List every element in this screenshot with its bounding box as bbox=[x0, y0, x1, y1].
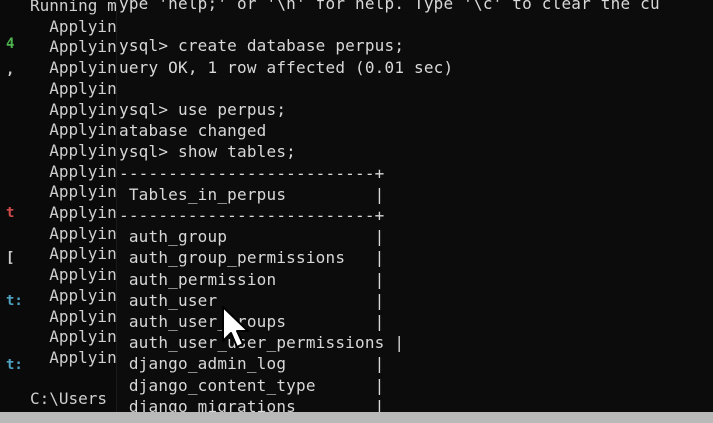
mysql-terminal-line: auth_group | bbox=[119, 227, 385, 247]
background-terminal-line: Applyin bbox=[30, 244, 117, 264]
screen: 4, t [ t: t: Running m Applyin Applyin Apply… bbox=[0, 0, 713, 423]
mouse-pointer-icon bbox=[222, 306, 249, 348]
gutter-mark: t: bbox=[6, 357, 23, 373]
background-terminal-line: Applyin bbox=[30, 223, 117, 243]
background-terminal-line: Applyin bbox=[30, 327, 117, 347]
background-terminal-line: Applyin bbox=[30, 306, 117, 326]
background-terminal-line: Running m bbox=[30, 0, 117, 15]
mysql-terminal-line: --------------------------+ bbox=[119, 163, 385, 183]
mysql-terminal-line: Tables_in_perpus | bbox=[119, 184, 385, 204]
background-terminal-line: Applyin bbox=[30, 16, 117, 36]
background-terminal-line: Applyin bbox=[30, 99, 117, 119]
mysql-terminal-line: django_migrations | bbox=[119, 396, 385, 412]
bottom-bar bbox=[0, 412, 713, 423]
mysql-terminal-window[interactable]: ype 'help;' or '\h' for help. Type '\c' … bbox=[116, 0, 713, 412]
mysql-terminal-line: auth_user_user_permissions | bbox=[119, 333, 405, 353]
mysql-terminal-line: ysql> create database perpus; bbox=[119, 36, 405, 56]
mysql-terminal-line: ysql> use perpus; bbox=[119, 100, 287, 119]
gutter-mark: 4 bbox=[6, 36, 15, 52]
mysql-terminal-line: auth_permission | bbox=[119, 269, 385, 289]
mysql-terminal-line: ype 'help;' or '\h' for help. Type '\c' … bbox=[119, 0, 660, 13]
mysql-terminal-line: django_content_type | bbox=[119, 375, 385, 395]
background-terminal-line: Applyin bbox=[30, 78, 117, 98]
background-terminal-line: Applyin bbox=[30, 347, 117, 367]
mysql-terminal-line: auth_group_permissions | bbox=[119, 248, 385, 268]
background-terminal-line: Applyin bbox=[30, 182, 117, 202]
mysql-terminal-line: auth_user_groups | bbox=[119, 312, 385, 331]
gutter-mark: t: bbox=[6, 293, 23, 309]
gutter-mark: [ bbox=[6, 250, 15, 266]
background-terminal-line: Applyin bbox=[30, 265, 117, 285]
background-terminal-line: Applyin bbox=[30, 140, 117, 160]
background-terminal-line: Applyin bbox=[30, 161, 117, 181]
background-terminal-line: Applyin bbox=[30, 203, 117, 222]
background-terminal-line: Applyin bbox=[30, 58, 117, 78]
mysql-terminal-line: django_admin_log | bbox=[119, 354, 385, 374]
mysql-terminal-line: atabase changed bbox=[119, 121, 267, 141]
mysql-terminal-line: ysql> show tables; bbox=[119, 142, 296, 162]
editor-gutter: 4, t [ t: t: bbox=[0, 0, 26, 423]
mysql-terminal-line: --------------------------+ bbox=[119, 206, 385, 225]
gutter-mark: , bbox=[6, 62, 15, 78]
background-terminal-line: Applyin bbox=[30, 120, 117, 140]
mysql-terminal-line: auth_user | bbox=[119, 290, 385, 310]
background-terminal-line: Applyin bbox=[30, 285, 117, 305]
mysql-terminal-line: uery OK, 1 row affected (0.01 sec) bbox=[119, 57, 454, 77]
gutter-mark: t bbox=[6, 205, 15, 221]
background-terminal-line: C:\Users bbox=[30, 389, 108, 409]
background-terminal-line: Applyin bbox=[30, 37, 117, 57]
